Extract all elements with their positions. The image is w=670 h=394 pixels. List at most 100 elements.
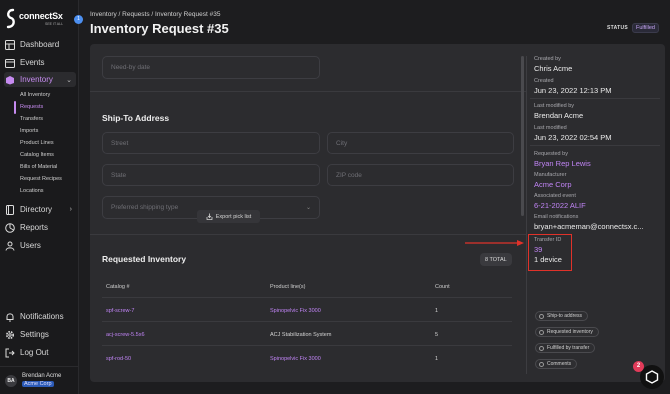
column-header-product-line[interactable]: Product line(s) <box>270 284 305 290</box>
annotation-highlight-box <box>528 234 572 271</box>
breadcrumb[interactable]: Inventory / Requests / Inventory Request… <box>90 11 220 18</box>
table-cell-catalog[interactable]: spf-screw-7 <box>106 308 134 314</box>
table-cell-catalog[interactable]: spf-rod-50 <box>106 356 131 362</box>
app-root: connectSx SEE IT ALL 1 Dashboard Events … <box>0 0 670 394</box>
calendar-icon <box>4 57 15 68</box>
column-header-count[interactable]: Count <box>435 284 450 290</box>
sidebar: connectSx SEE IT ALL 1 Dashboard Events … <box>0 0 83 394</box>
sidebar-subitem-requests[interactable]: Requests <box>20 103 43 112</box>
dashboard-icon <box>4 39 15 50</box>
table-cell-product: ACJ Stabilization System <box>270 332 332 338</box>
sidebar-item-label: Settings <box>20 330 49 339</box>
sidebar-item-notifications[interactable]: Notifications <box>4 309 76 324</box>
hexagon-icon <box>645 370 659 384</box>
manufacturer-link[interactable]: Acme Corp <box>534 180 572 189</box>
sidebar-item-label: Directory <box>20 205 53 214</box>
help-button[interactable] <box>640 365 664 389</box>
sidebar-item-label: Users <box>20 241 41 250</box>
chart-icon <box>4 222 15 233</box>
status-label: STATUS <box>607 25 629 31</box>
circle-icon <box>539 361 544 367</box>
row-divider <box>102 297 512 298</box>
sidebar-item-directory[interactable]: Directory › <box>4 202 76 217</box>
sidebar-subitem-locations[interactable]: Locations <box>20 187 44 196</box>
logout-icon <box>4 347 15 358</box>
email-value: bryan+acmeman@connectsx.c... <box>534 222 644 231</box>
row-divider <box>102 345 512 346</box>
sidebar-subitem-imports[interactable]: Imports <box>20 127 38 136</box>
row-divider <box>102 321 512 322</box>
shipping-type-placeholder: Preferred shipping type <box>111 204 179 211</box>
table-cell-count: 1 <box>435 356 439 362</box>
sidebar-subitem-all-inventory[interactable]: All Inventory <box>20 91 50 100</box>
sidebar-item-users[interactable]: Users <box>4 238 76 253</box>
book-icon <box>4 204 15 215</box>
sidebar-item-logout[interactable]: Log Out <box>4 345 76 360</box>
panel-divider <box>526 56 527 374</box>
requested-by-link[interactable]: Bryan Rep Lewis <box>534 159 591 168</box>
city-field[interactable]: City <box>327 132 514 154</box>
state-field[interactable]: State <box>102 164 320 186</box>
section-divider <box>90 91 526 92</box>
street-field[interactable]: Street <box>102 132 320 154</box>
gear-icon <box>4 329 15 340</box>
box-icon <box>4 74 15 85</box>
created-label: Created <box>534 78 554 84</box>
chip-comments[interactable]: Comments <box>535 359 578 369</box>
chip-ship-to-address[interactable]: Ship-to address <box>535 311 589 321</box>
table-cell-product[interactable]: Spinopelvic Fix 3000 <box>270 356 321 362</box>
chip-fulfilled-by-transfer[interactable]: Fulfilled by transfer <box>535 343 596 353</box>
manufacturer-label: Manufacturer <box>534 172 567 178</box>
sidebar-collapse-badge[interactable]: 1 <box>74 15 83 24</box>
chip-label: Requested inventory <box>547 329 593 335</box>
meta-divider <box>530 98 660 99</box>
scrollbar[interactable] <box>521 56 524 216</box>
sidebar-subitem-product-lines[interactable]: Product Lines <box>20 139 54 148</box>
logo-text: connectSx <box>19 11 63 21</box>
sidebar-item-label: Events <box>20 58 45 67</box>
sidebar-item-inventory[interactable]: Inventory ⌄ <box>4 72 76 87</box>
export-pick-list-button[interactable]: Export pick list <box>197 210 260 223</box>
circle-icon <box>539 313 544 319</box>
bell-icon <box>4 311 15 322</box>
requested-inventory-title: Requested Inventory <box>102 254 187 264</box>
event-link[interactable]: 6-21-2022 ALIF <box>534 201 586 210</box>
sidebar-subitem-request-recipes[interactable]: Request Recipes <box>20 175 62 184</box>
chevron-down-icon: ⌄ <box>66 76 72 84</box>
user-profile[interactable]: BA Brendan Acme Acme Corp <box>0 366 79 394</box>
logo[interactable]: connectSx SEE IT ALL <box>5 8 77 30</box>
sidebar-item-reports[interactable]: Reports <box>4 220 76 235</box>
sidebar-subitem-catalog-items[interactable]: Catalog Items <box>20 151 54 160</box>
sidebar-item-label: Reports <box>20 223 49 232</box>
table-cell-count: 1 <box>435 308 439 314</box>
sidebar-item-label: Log Out <box>20 348 49 357</box>
created-value: Jun 23, 2022 12:13 PM <box>534 86 612 95</box>
modified-label: Last modified <box>534 125 567 131</box>
user-name: Brendan Acme <box>22 373 62 379</box>
sidebar-subitem-bills-of-material[interactable]: Bills of Material <box>20 163 57 172</box>
zip-field[interactable]: ZIP code <box>327 164 514 186</box>
need-by-date-field[interactable]: Need-by date <box>102 56 320 79</box>
table-cell-catalog[interactable]: acj-screw-5.5x6 <box>106 332 145 338</box>
modified-by-label: Last modified by <box>534 103 575 109</box>
column-header-catalog[interactable]: Catalog # <box>106 284 130 290</box>
created-by-label: Created by <box>534 56 561 62</box>
sidebar-item-settings[interactable]: Settings <box>4 327 76 342</box>
export-label: Export pick list <box>215 213 252 220</box>
chip-label: Fulfilled by transfer <box>547 345 590 351</box>
sidebar-item-dashboard[interactable]: Dashboard <box>4 37 76 52</box>
ship-to-title: Ship-To Address <box>102 113 170 123</box>
table-cell-product[interactable]: Spinopelvic Fix 3000 <box>270 308 321 314</box>
sidebar-item-events[interactable]: Events <box>4 55 76 70</box>
page-title: Inventory Request #35 <box>90 21 229 36</box>
annotation-arrow-icon <box>465 240 524 246</box>
meta-divider <box>530 145 660 146</box>
active-sub-indicator <box>14 101 16 114</box>
user-org-badge: Acme Corp <box>22 381 54 387</box>
chip-label: Comments <box>547 361 572 367</box>
users-icon <box>4 240 15 251</box>
circle-icon <box>539 345 544 351</box>
sidebar-subitem-transfers[interactable]: Transfers <box>20 115 43 124</box>
sidebar-item-label: Inventory <box>20 75 53 84</box>
chip-requested-inventory[interactable]: Requested inventory <box>535 327 599 337</box>
